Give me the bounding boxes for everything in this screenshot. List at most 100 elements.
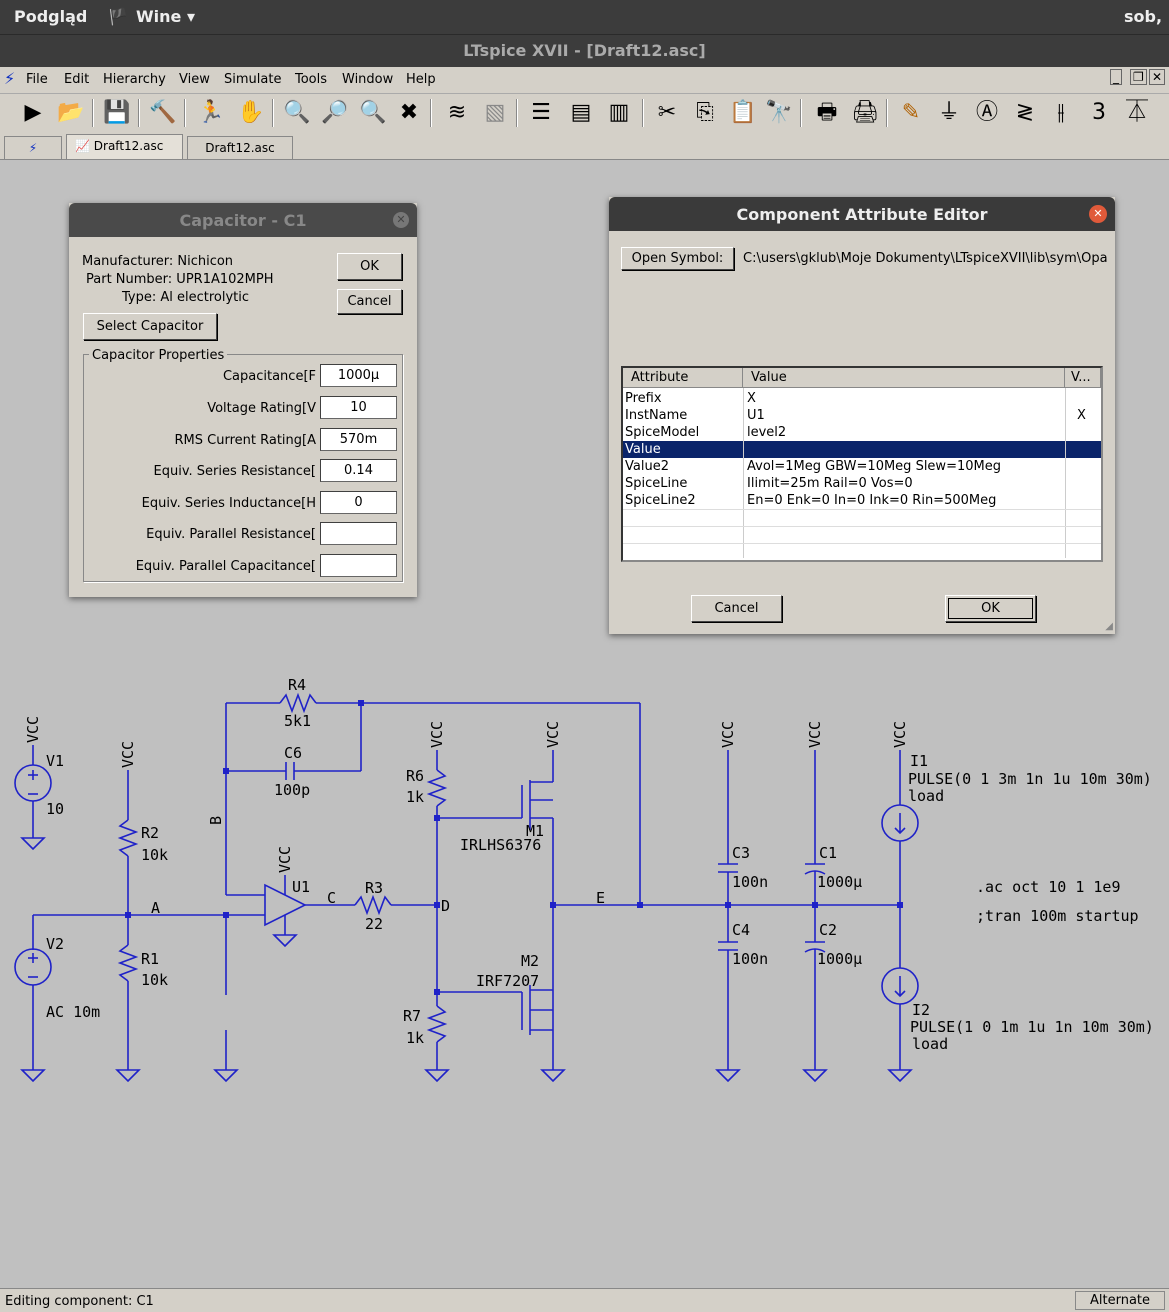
attr-name: SpiceLine2	[625, 493, 696, 508]
table-row[interactable]: SpiceLine Ilimit=25m Rail=0 Vos=0	[623, 475, 1101, 492]
column-header-attribute[interactable]: Attribute	[623, 368, 743, 388]
zoom-in-icon[interactable]: 🔍	[282, 97, 312, 129]
esl-field[interactable]: 0	[320, 491, 397, 514]
attribute-editor-header: Component Attribute Editor ✕	[609, 197, 1115, 231]
table-row-selected[interactable]: Value	[623, 441, 1101, 458]
open-folder-icon[interactable]: 📂	[56, 97, 86, 129]
attr-value[interactable]: level2	[747, 424, 786, 441]
i1-name: I1	[910, 752, 928, 770]
label-net-icon[interactable]: Ⓐ	[972, 97, 1002, 129]
spice-directive-tran[interactable]: ;tran 100m startup	[976, 907, 1139, 925]
close-icon[interactable]: ✕	[1149, 69, 1166, 85]
epc-label: Equiv. Parallel Capacitance[	[135, 559, 316, 574]
print-preview-icon[interactable]: 🖶	[812, 97, 842, 129]
control-panel-icon[interactable]: 🔨	[148, 97, 178, 129]
attr-value[interactable]: X	[747, 390, 756, 407]
vcc-label: VCC	[276, 846, 294, 873]
diode-icon[interactable]: ⏄	[1122, 97, 1152, 129]
table-row[interactable]: Value2 Avol=1Meg GBW=10Meg Slew=10Meg	[623, 458, 1101, 475]
menu-edit[interactable]: Edit	[64, 72, 89, 87]
zoom-area-icon[interactable]: 🔎	[320, 97, 350, 129]
run-icon[interactable]: ▶	[18, 97, 48, 129]
app-menu-podglad[interactable]: Podgląd	[14, 7, 87, 26]
menu-simulate[interactable]: Simulate	[224, 72, 281, 87]
capacitance-field[interactable]: 1000µ	[320, 364, 397, 387]
draw-wire-icon[interactable]: ✎	[896, 97, 926, 129]
capacitor-icon[interactable]: ⫲	[1046, 97, 1076, 129]
menu-view[interactable]: View	[179, 72, 210, 87]
epr-field[interactable]	[320, 522, 397, 545]
esr-field[interactable]: 0.14	[320, 459, 397, 482]
select-capacitor-button[interactable]: Select Capacitor	[83, 313, 217, 340]
spice-directive-ac[interactable]: .ac oct 10 1 1e9	[976, 878, 1121, 896]
run-man-icon[interactable]: 🏃	[196, 97, 226, 129]
column-header-visible[interactable]: V...	[1065, 368, 1101, 388]
close-icon[interactable]: ✕	[393, 212, 409, 228]
copy-icon[interactable]: ⎘	[690, 97, 720, 129]
r7-value: 1k	[406, 1029, 424, 1047]
r6-value: 1k	[406, 788, 424, 806]
autorange-icon[interactable]: ≋	[442, 97, 472, 129]
paste-icon[interactable]: 📋	[728, 97, 758, 129]
epc-field[interactable]	[320, 554, 397, 577]
resistor-icon[interactable]: ≷	[1010, 97, 1040, 129]
restore-icon[interactable]: ❐	[1130, 69, 1147, 85]
i1-value: PULSE(0 1 3m 1n 1u 10m 30m)	[908, 770, 1152, 788]
v1-name: V1	[46, 752, 64, 770]
voltage-rating-field[interactable]: 10	[320, 396, 397, 419]
attr-visible[interactable]: X	[1077, 407, 1086, 424]
ok-button[interactable]: OK	[337, 253, 402, 280]
wine-menu[interactable]: Wine ▾	[136, 7, 195, 26]
toolbar: ▶ 📂 💾 🔨 🏃 ✋ 🔍 🔎 🔍 ✖ ≋ ▧ ☰ ▤ ▥ ✂ ⎘ 📋 🔭 🖶 …	[0, 94, 1169, 135]
esr-label: Equiv. Series Resistance[	[153, 464, 317, 479]
tile-vertical-icon[interactable]: ▥	[604, 97, 634, 129]
attr-value[interactable]: Ilimit=25m Rail=0 Vos=0	[747, 475, 913, 492]
menu-tools[interactable]: Tools	[295, 72, 327, 87]
ok-button[interactable]: OK	[945, 595, 1036, 622]
inductor-icon[interactable]: 3	[1084, 97, 1114, 129]
menu-help[interactable]: Help	[406, 72, 436, 87]
zoom-out-icon[interactable]: 🔍	[358, 97, 388, 129]
find-binoculars-icon[interactable]: 🔭	[764, 97, 794, 129]
attr-value[interactable]: En=0 Enk=0 In=0 Ink=0 Rin=500Meg	[747, 492, 996, 509]
tab-control-panel[interactable]: ⚡	[4, 136, 62, 159]
open-symbol-button[interactable]: Open Symbol:	[621, 247, 734, 270]
menu-bar: ⚡ File Edit Hierarchy View Simulate Tool…	[0, 67, 1169, 94]
attr-value[interactable]: Avol=1Meg GBW=10Meg Slew=10Meg	[747, 458, 1001, 475]
rms-current-field[interactable]: 570m	[320, 428, 397, 451]
r7-name: R7	[403, 1007, 421, 1025]
tile-horizontal-icon[interactable]: ☰	[526, 97, 556, 129]
cascade-icon[interactable]: ▤	[566, 97, 596, 129]
vcc-label: VCC	[891, 721, 909, 748]
halt-hand-icon[interactable]: ✋	[236, 97, 266, 129]
menu-file[interactable]: File	[26, 72, 48, 87]
c4-name: C4	[732, 921, 750, 939]
cancel-button[interactable]: Cancel	[337, 289, 402, 314]
c3-value: 100n	[732, 873, 768, 891]
v2-name: V2	[46, 935, 64, 953]
attr-name: Value	[625, 442, 661, 457]
table-row[interactable]: SpiceModel level2	[623, 424, 1101, 441]
minimize-icon[interactable]: _	[1110, 69, 1122, 85]
close-icon[interactable]: ✕	[1089, 205, 1107, 223]
ground-icon[interactable]: ⏚	[934, 97, 964, 129]
table-row[interactable]: SpiceLine2 En=0 Enk=0 In=0 Ink=0 Rin=500…	[623, 492, 1101, 509]
table-row[interactable]: Prefix X	[623, 390, 1101, 407]
resize-grip-icon[interactable]: ◢	[1105, 621, 1113, 632]
tab-schematic-draft12[interactable]: Draft12.asc	[187, 136, 293, 159]
attr-value[interactable]: U1	[747, 407, 765, 424]
attribute-grid[interactable]: Attribute Value V... Prefix X InstName U…	[621, 366, 1103, 562]
waveform-icon[interactable]: ▧	[480, 97, 510, 129]
cancel-button[interactable]: Cancel	[691, 595, 782, 622]
menu-hierarchy[interactable]: Hierarchy	[103, 72, 166, 87]
tab-waveform-draft12[interactable]: 📈 Draft12.asc	[66, 134, 183, 159]
cut-icon[interactable]: ✂	[652, 97, 682, 129]
r2-value: 10k	[141, 846, 168, 864]
clock: sob,	[1124, 7, 1163, 26]
save-icon[interactable]: 💾	[102, 97, 132, 129]
column-header-value[interactable]: Value	[743, 368, 1065, 388]
menu-window[interactable]: Window	[342, 72, 393, 87]
print-icon[interactable]: 🖨	[850, 97, 880, 129]
zoom-fit-icon[interactable]: ✖	[394, 97, 424, 129]
table-row[interactable]: InstName U1 X	[623, 407, 1101, 424]
